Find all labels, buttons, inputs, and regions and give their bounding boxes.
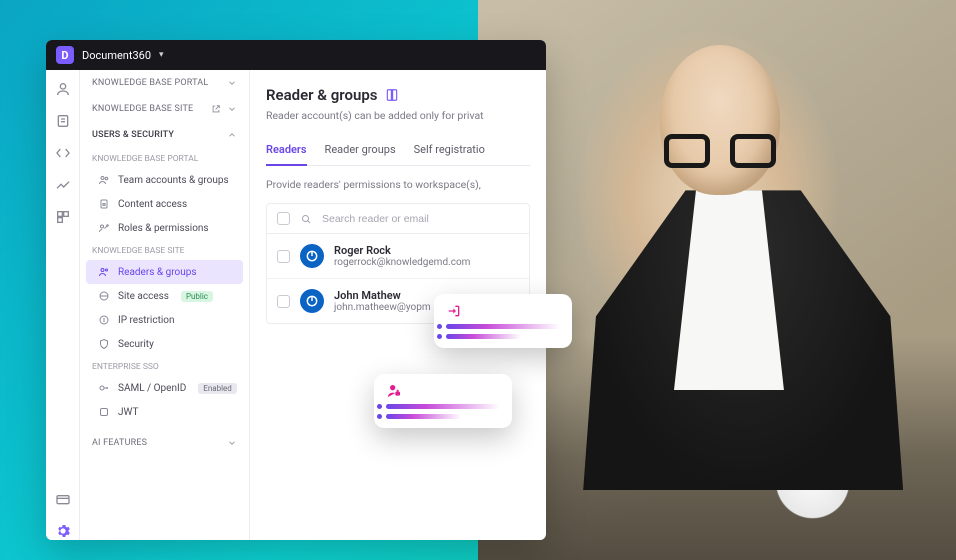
login-icon: [446, 303, 462, 319]
placeholder-line: [446, 334, 521, 339]
nav-item-jwt[interactable]: JWT: [80, 400, 249, 424]
rail-docs-icon[interactable]: [54, 112, 72, 130]
globe-lock-icon: [98, 290, 110, 302]
chevron-down-icon: [227, 104, 237, 114]
nav-section-label: KNOWLEDGE BASE PORTAL: [92, 78, 208, 88]
tab-self-registration[interactable]: Self registratio: [414, 136, 485, 165]
titlebar: D Document360 ▾: [46, 40, 546, 70]
nav-item-label: Roles & permissions: [118, 223, 209, 234]
key-user-icon: [98, 222, 110, 234]
search-input[interactable]: [322, 213, 519, 225]
tab-bar: Readers Reader groups Self registratio: [266, 136, 530, 166]
nav-group-kb-site: KNOWLEDGE BASE SITE: [80, 240, 249, 260]
avatar: [300, 244, 324, 268]
rail-widgets-icon[interactable]: [54, 208, 72, 226]
nav-section-ai-features[interactable]: AI FEATURES: [80, 430, 249, 456]
nav-item-label: Security: [118, 339, 154, 350]
tab-readers[interactable]: Readers: [266, 136, 307, 166]
nav-section-kb-portal[interactable]: KNOWLEDGE BASE PORTAL: [80, 70, 249, 96]
placeholder-line: [386, 404, 500, 409]
readers-icon: [98, 266, 110, 278]
nav-item-label: SAML / OpenID: [118, 383, 186, 394]
external-link-icon[interactable]: [211, 104, 221, 114]
nav-item-roles-permissions[interactable]: Roles & permissions: [80, 216, 249, 240]
nav-item-readers-groups[interactable]: Readers & groups: [86, 260, 243, 284]
floating-card-user-lock: [374, 374, 512, 428]
shield-icon: [98, 338, 110, 350]
page-subtitle: Reader account(s) can be added only for …: [266, 109, 530, 122]
avatar: [300, 289, 324, 313]
badge-enabled: Enabled: [198, 383, 237, 394]
nav-item-label: IP restriction: [118, 315, 175, 326]
app-name: Document360: [82, 49, 151, 62]
sso-icon: [98, 382, 110, 394]
nav-group-kb-portal: KNOWLEDGE BASE PORTAL: [80, 148, 249, 168]
nav-item-security[interactable]: Security: [80, 332, 249, 356]
tab-reader-groups[interactable]: Reader groups: [325, 136, 396, 165]
nav-item-site-access[interactable]: Site access Public: [80, 284, 249, 308]
side-nav: KNOWLEDGE BASE PORTAL KNOWLEDGE BASE SIT…: [80, 70, 250, 540]
ip-icon: [98, 314, 110, 326]
jwt-icon: [98, 406, 110, 418]
nav-item-team-accounts[interactable]: Team accounts & groups: [80, 168, 249, 192]
nav-section-label: KNOWLEDGE BASE SITE: [92, 104, 193, 114]
app-switcher-caret-icon[interactable]: ▾: [159, 50, 164, 60]
reader-email: john.matheew@yopm: [334, 302, 431, 313]
icon-rail: [46, 70, 80, 540]
row-checkbox[interactable]: [277, 295, 290, 308]
nav-section-kb-site[interactable]: KNOWLEDGE BASE SITE: [80, 96, 249, 122]
select-all-checkbox[interactable]: [277, 212, 290, 225]
nav-section-users-security[interactable]: USERS & SECURITY: [80, 122, 249, 148]
reader-name: Roger Rock: [334, 244, 470, 257]
rail-billing-icon[interactable]: [54, 490, 72, 508]
rail-analytics-icon[interactable]: [54, 176, 72, 194]
table-row[interactable]: Roger Rock rogerrock@knowledgemd.com: [267, 234, 529, 279]
reader-email: rogerrock@knowledgemd.com: [334, 257, 470, 268]
floating-card-login: [434, 294, 572, 348]
nav-item-label: Content access: [118, 199, 187, 210]
chevron-down-icon: [227, 438, 237, 448]
chevron-down-icon: [227, 78, 237, 88]
placeholder-line: [386, 414, 461, 419]
marketing-photo: [478, 0, 956, 560]
nav-group-enterprise-sso: ENTERPRISE SSO: [80, 356, 249, 376]
row-checkbox[interactable]: [277, 250, 290, 263]
nav-item-ip-restriction[interactable]: IP restriction: [80, 308, 249, 332]
nav-section-label: USERS & SECURITY: [92, 130, 174, 140]
table-header-row: [267, 204, 529, 234]
nav-item-saml-openid[interactable]: SAML / OpenID Enabled: [80, 376, 249, 400]
rail-settings-icon[interactable]: [54, 522, 72, 540]
app-logo: D: [56, 46, 74, 64]
nav-section-label: AI FEATURES: [92, 438, 147, 448]
nav-item-label: JWT: [118, 407, 138, 418]
reader-name: John Mathew: [334, 289, 431, 302]
nav-item-label: Readers & groups: [118, 267, 196, 278]
chevron-up-icon: [227, 130, 237, 140]
user-lock-icon: [386, 383, 402, 399]
rail-api-icon[interactable]: [54, 144, 72, 162]
lock-file-icon: [98, 198, 110, 210]
permissions-hint: Provide readers' permissions to workspac…: [266, 178, 530, 191]
badge-public: Public: [181, 291, 213, 302]
search-icon: [300, 213, 312, 225]
page-title: Reader & groups: [266, 86, 530, 104]
nav-item-label: Team accounts & groups: [118, 175, 229, 186]
app-window: D Document360 ▾ KNOWLEDGE BASE PORTAL KN…: [46, 40, 546, 540]
users-icon: [98, 174, 110, 186]
rail-home-icon[interactable]: [54, 80, 72, 98]
nav-item-label: Site access: [118, 291, 169, 302]
nav-item-content-access[interactable]: Content access: [80, 192, 249, 216]
placeholder-line: [446, 324, 560, 329]
book-icon: [385, 88, 399, 102]
